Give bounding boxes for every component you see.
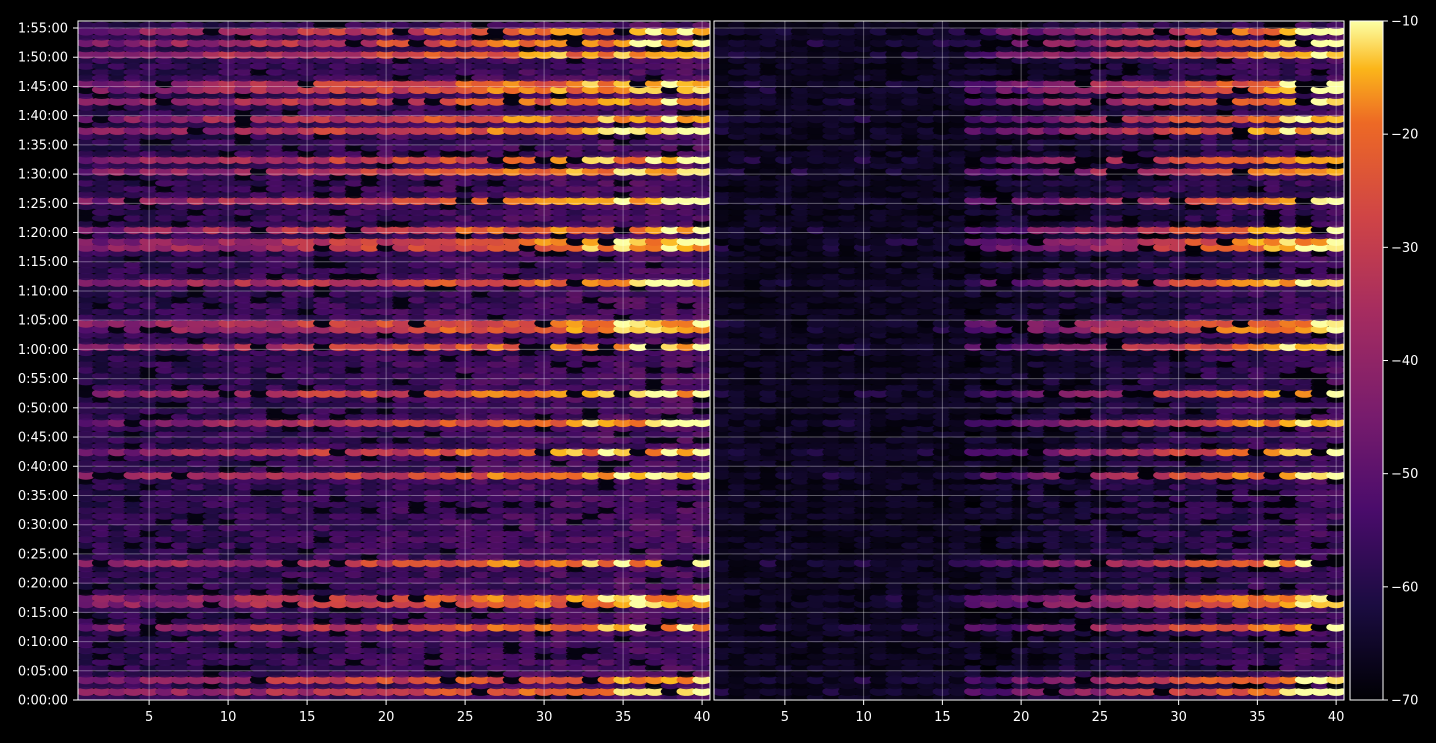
chart-svg: 0:00:000:05:000:10:000:15:000:20:000:25:… <box>18 15 1419 726</box>
heatmap-chart: 0:00:00 0:05:00 0:10:00 0:15:00 0:20:00 0:25:… <box>0 0 1436 739</box>
